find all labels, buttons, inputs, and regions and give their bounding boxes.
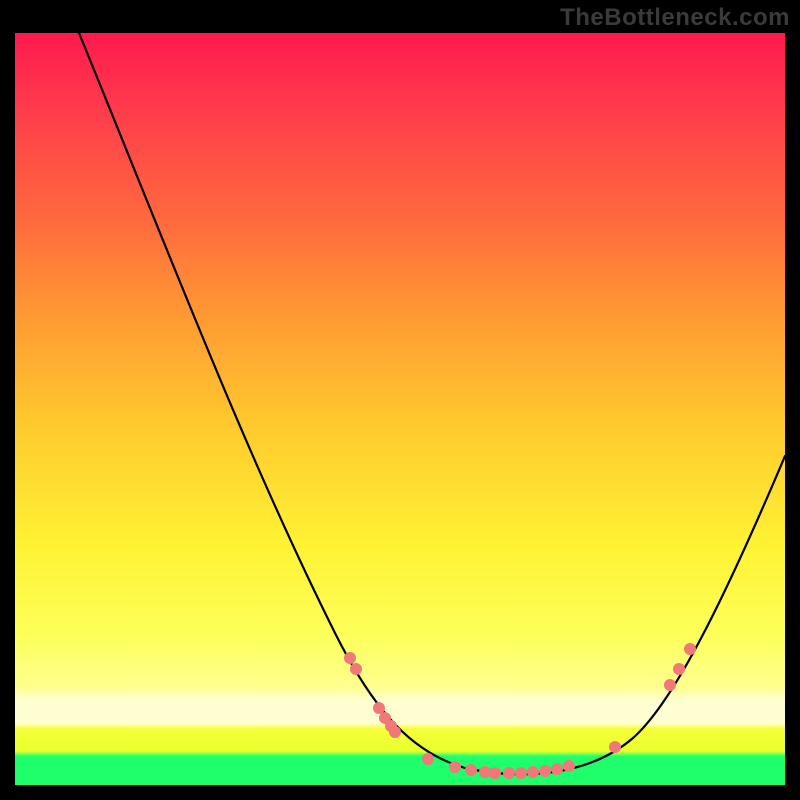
data-point	[344, 652, 356, 664]
data-point	[527, 766, 539, 778]
data-points	[344, 643, 696, 779]
data-point	[373, 702, 385, 714]
chart-container: TheBottleneck.com	[0, 0, 800, 800]
data-point	[684, 643, 696, 655]
data-point	[449, 761, 461, 773]
curve-overlay	[15, 33, 785, 785]
data-point	[664, 679, 676, 691]
data-point	[539, 765, 551, 777]
data-point	[422, 753, 434, 765]
data-point	[389, 726, 401, 738]
data-point	[563, 760, 575, 772]
data-point	[489, 767, 501, 779]
watermark-text: TheBottleneck.com	[560, 4, 790, 32]
data-point	[551, 763, 563, 775]
data-point	[503, 767, 515, 779]
data-point	[609, 741, 621, 753]
data-point	[350, 663, 362, 675]
data-point	[465, 764, 477, 776]
data-point	[673, 663, 685, 675]
data-point	[515, 767, 527, 779]
